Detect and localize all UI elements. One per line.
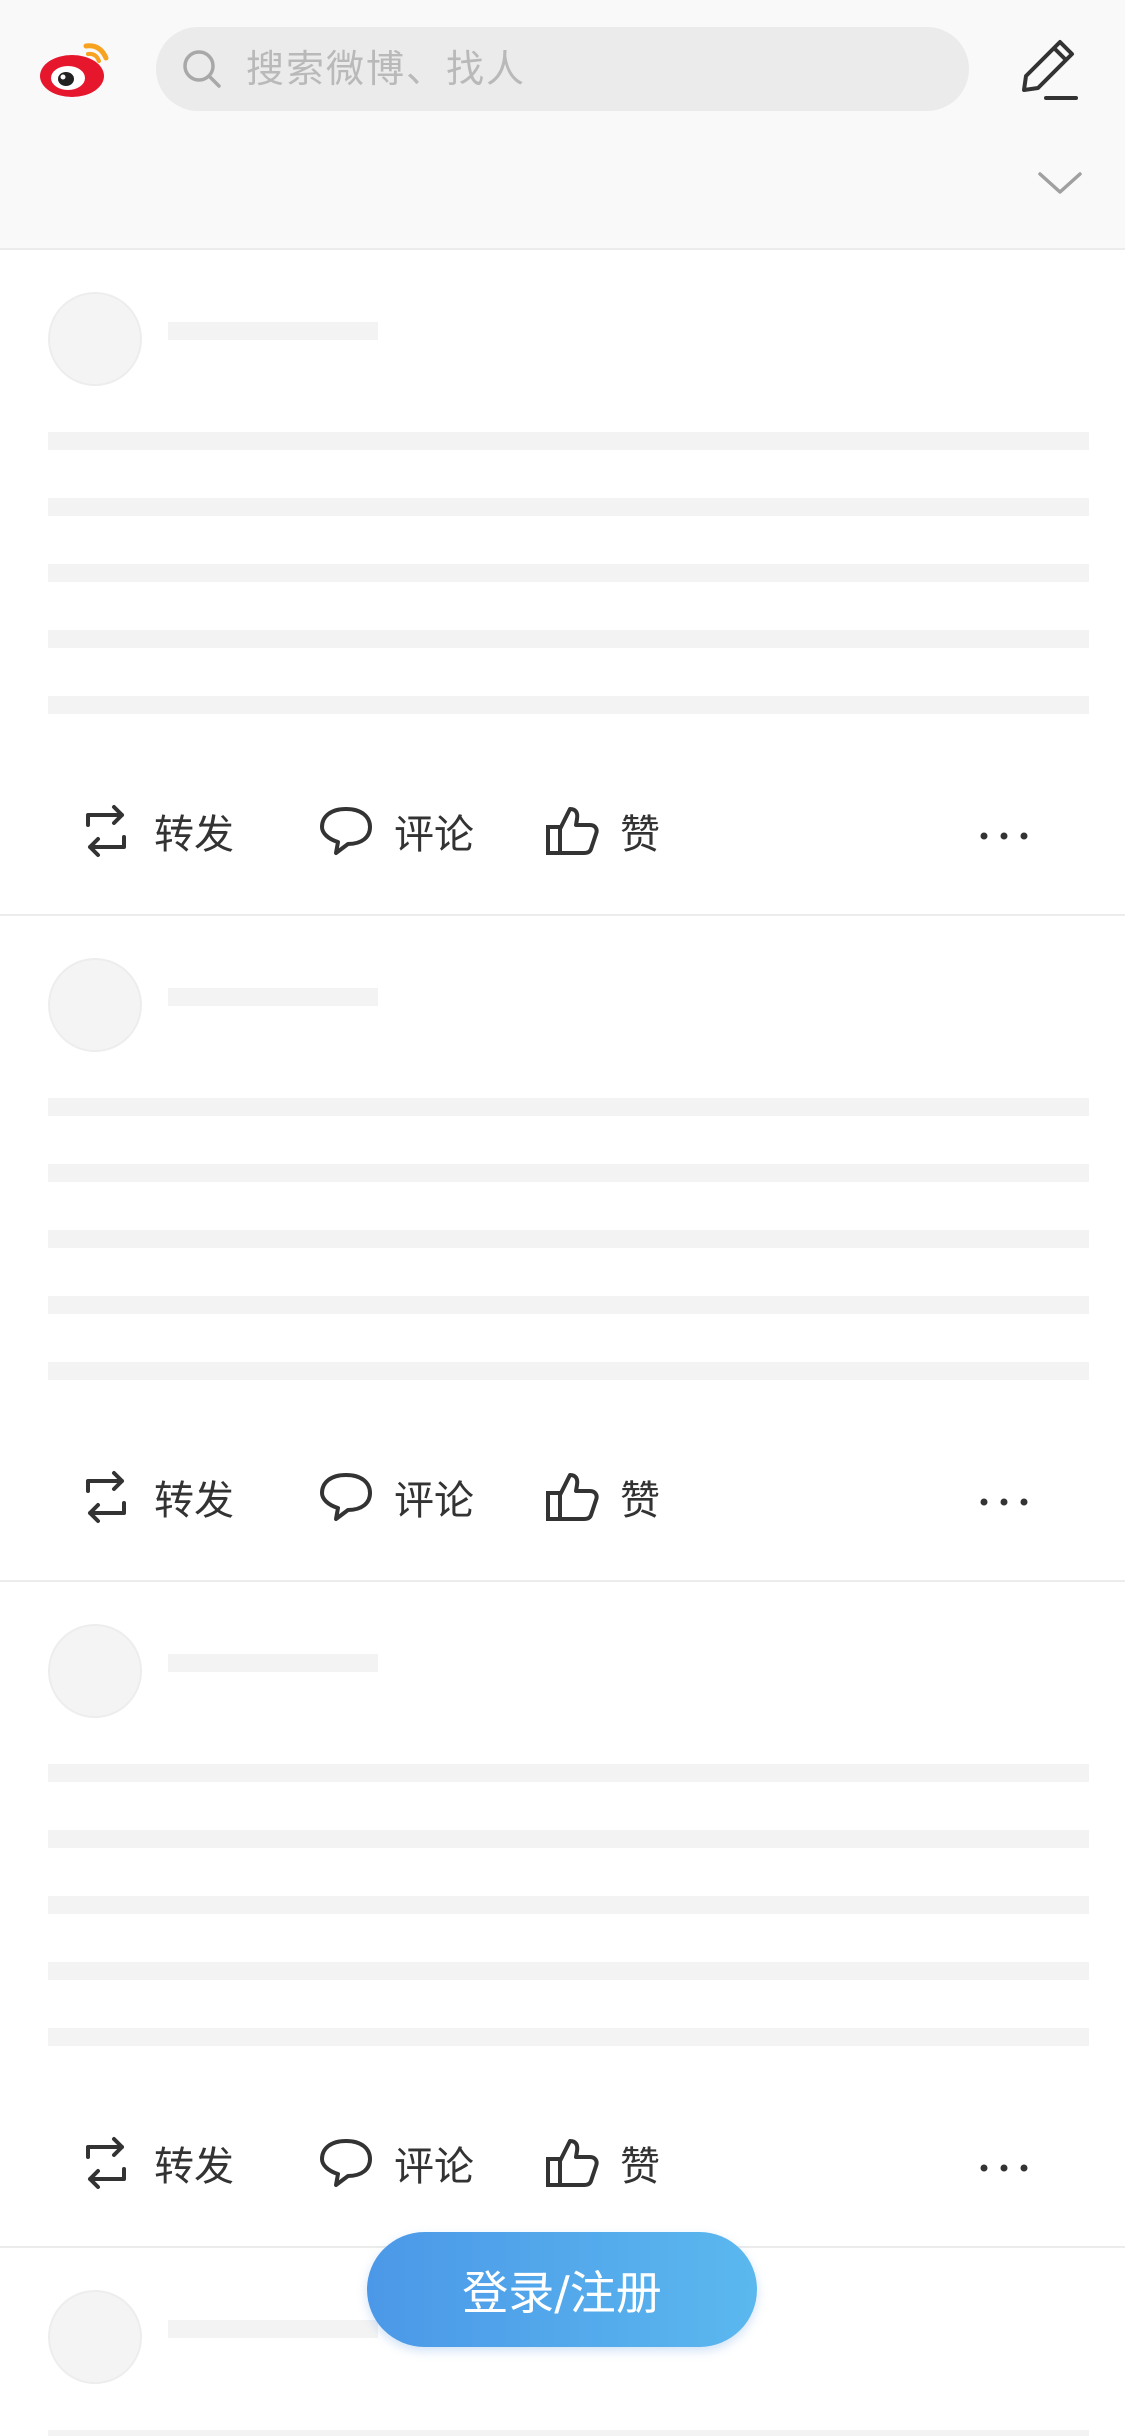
feed-post-skeleton: 转发 评论 赞 xyxy=(0,1582,1125,2248)
repost-label: 转发 xyxy=(154,1478,234,1524)
chevron-down-icon[interactable] xyxy=(1036,168,1084,198)
text-placeholder-line xyxy=(48,1296,1089,1314)
avatar xyxy=(48,1624,142,1718)
comment-bubble-icon xyxy=(318,1469,374,1525)
search-input[interactable]: 搜索微博、找人 xyxy=(156,27,969,111)
username-placeholder xyxy=(168,1654,378,1672)
more-dots-icon[interactable] xyxy=(978,2138,1034,2188)
text-placeholder-line xyxy=(48,696,1089,714)
avatar xyxy=(48,2290,142,2384)
login-register-button[interactable]: 登录/注册 xyxy=(367,2232,757,2347)
text-placeholder-line xyxy=(48,564,1089,582)
repost-icon xyxy=(78,803,134,859)
text-placeholder-line xyxy=(48,2028,1089,2046)
comment-button[interactable]: 评论 xyxy=(318,1462,474,1532)
like-label: 赞 xyxy=(620,1478,660,1524)
repost-button[interactable]: 转发 xyxy=(78,1462,234,1532)
avatar xyxy=(48,292,142,386)
text-placeholder-line xyxy=(48,630,1089,648)
thumbs-up-icon xyxy=(544,1469,600,1525)
avatar xyxy=(48,958,142,1052)
comment-bubble-icon xyxy=(318,803,374,859)
repost-label: 转发 xyxy=(154,812,234,858)
search-icon xyxy=(180,47,224,91)
like-button[interactable]: 赞 xyxy=(544,1462,660,1532)
repost-button[interactable]: 转发 xyxy=(78,796,234,866)
more-dots-icon[interactable] xyxy=(978,806,1034,856)
repost-icon xyxy=(78,1469,134,1525)
feed-post-skeleton: 转发 评论 赞 xyxy=(0,250,1125,916)
comment-label: 评论 xyxy=(394,1478,474,1524)
like-button[interactable]: 赞 xyxy=(544,796,660,866)
edit-pencil-icon[interactable] xyxy=(1016,32,1080,102)
text-placeholder-line xyxy=(48,498,1089,516)
comment-label: 评论 xyxy=(394,812,474,858)
weibo-logo-icon[interactable] xyxy=(36,36,116,100)
text-placeholder-line xyxy=(48,1896,1089,1914)
username-placeholder xyxy=(168,322,378,340)
like-label: 赞 xyxy=(620,812,660,858)
like-label: 赞 xyxy=(620,2144,660,2190)
text-placeholder-line xyxy=(48,1764,1089,1782)
username-placeholder xyxy=(168,988,378,1006)
text-placeholder-line xyxy=(48,1830,1089,1848)
repost-icon xyxy=(78,2135,134,2191)
text-placeholder-line xyxy=(48,1164,1089,1182)
search-placeholder: 搜索微博、找人 xyxy=(246,47,527,91)
comment-label: 评论 xyxy=(394,2144,474,2190)
thumbs-up-icon xyxy=(544,2135,600,2191)
text-placeholder-line xyxy=(48,1098,1089,1116)
repost-button[interactable]: 转发 xyxy=(78,2128,234,2198)
comment-bubble-icon xyxy=(318,2135,374,2191)
feed-post-skeleton: 转发 评论 赞 xyxy=(0,916,1125,1582)
more-dots-icon[interactable] xyxy=(978,1472,1034,1522)
repost-label: 转发 xyxy=(154,2144,234,2190)
top-header: 搜索微博、找人 xyxy=(0,0,1125,250)
username-placeholder xyxy=(168,2320,378,2338)
comment-button[interactable]: 评论 xyxy=(318,2128,474,2198)
text-placeholder-line xyxy=(48,1362,1089,1380)
text-placeholder-line xyxy=(48,1230,1089,1248)
comment-button[interactable]: 评论 xyxy=(318,796,474,866)
text-placeholder-line xyxy=(48,2430,1089,2436)
text-placeholder-line xyxy=(48,432,1089,450)
text-placeholder-line xyxy=(48,1962,1089,1980)
thumbs-up-icon xyxy=(544,803,600,859)
like-button[interactable]: 赞 xyxy=(544,2128,660,2198)
